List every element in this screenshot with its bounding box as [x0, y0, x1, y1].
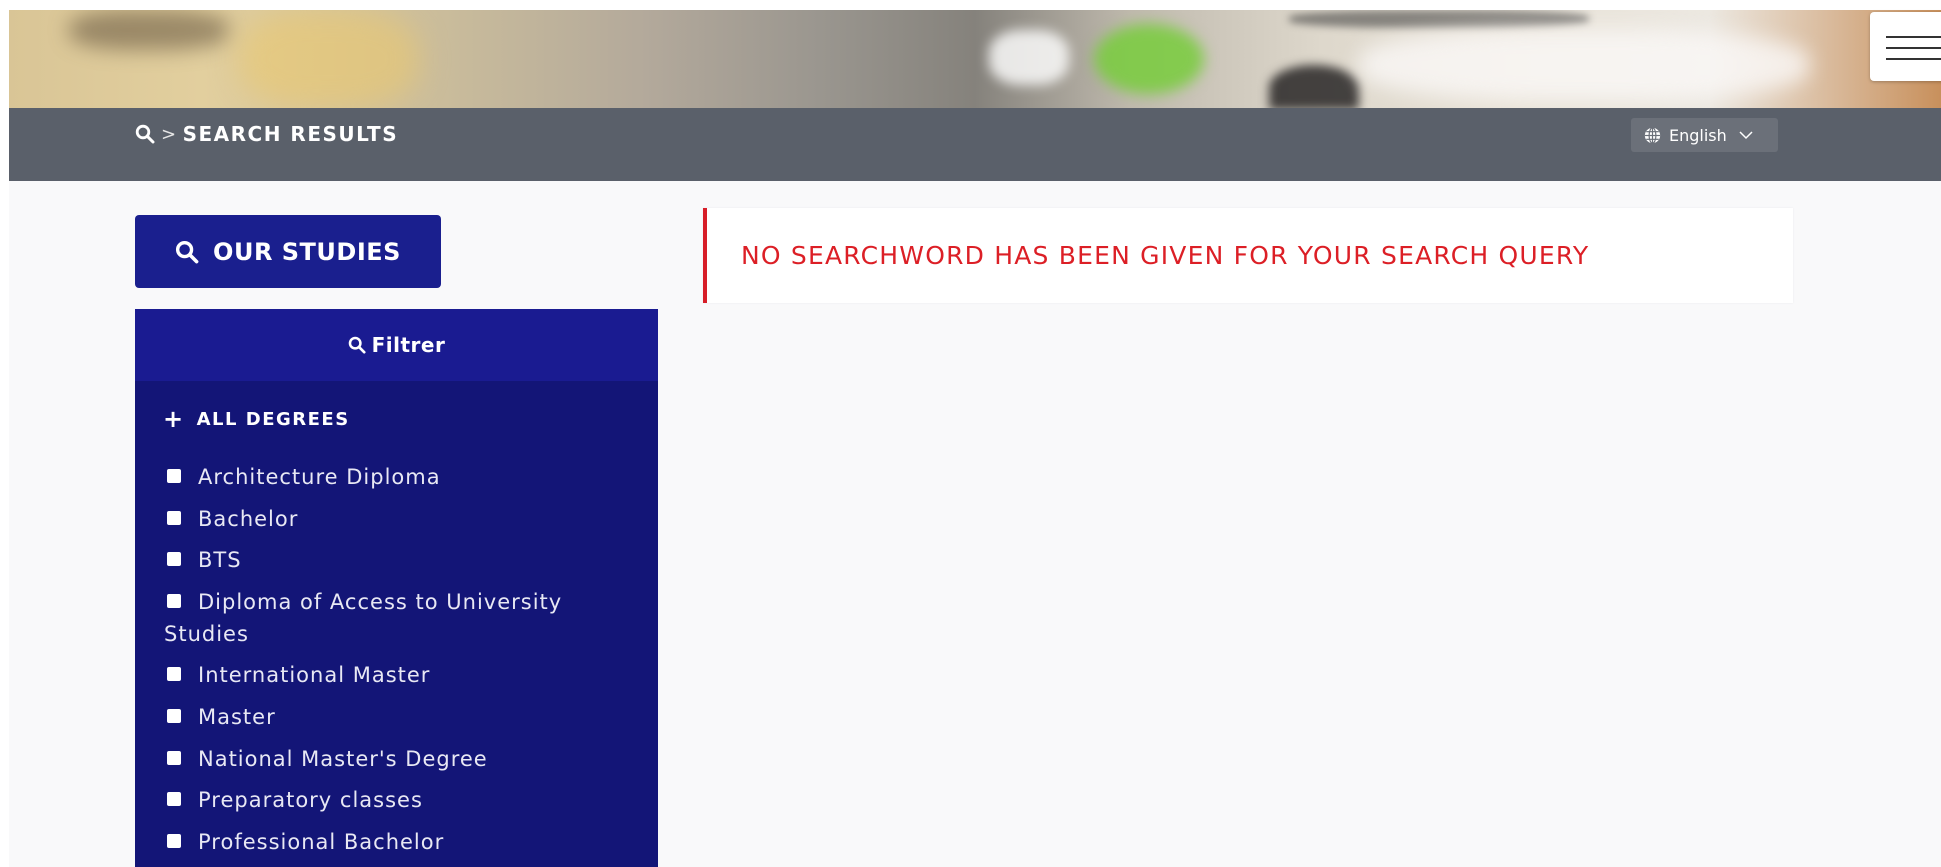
breadcrumb-current: SEARCH RESULTS — [182, 122, 399, 146]
degree-label: Diploma of Access to University Studies — [164, 589, 563, 646]
degree-item-preparatory-classes[interactable]: Preparatory classes — [164, 784, 624, 816]
checkbox[interactable] — [167, 469, 181, 483]
language-label: English — [1669, 125, 1727, 145]
degree-item-professional-bachelor[interactable]: Professional Bachelor — [164, 826, 624, 858]
our-studies-label: OUR STUDIES — [213, 237, 401, 266]
degree-label: Professional Bachelor — [198, 829, 445, 854]
degree-item-international-master[interactable]: International Master — [164, 659, 624, 691]
degree-label: Master — [198, 704, 276, 729]
checkbox[interactable] — [167, 833, 181, 848]
checkbox[interactable] — [167, 667, 181, 682]
header-banner-image — [9, 10, 1941, 108]
filter-panel: Filtrer + ALL DEGREES Architecture Diplo… — [135, 309, 658, 867]
search-icon — [175, 240, 199, 264]
degree-item-bachelor[interactable]: Bachelor — [164, 503, 624, 535]
checkbox[interactable] — [167, 750, 181, 765]
search-message-box: NO SEARCHWORD HAS BEEN GIVEN FOR YOUR SE… — [703, 208, 1793, 303]
plus-icon: + — [163, 405, 185, 433]
globe-icon — [1644, 126, 1661, 144]
our-studies-button[interactable]: OUR STUDIES — [135, 215, 441, 288]
chevron-down-icon — [1739, 130, 1753, 140]
degree-item-bts[interactable]: BTS — [164, 544, 624, 576]
checkbox[interactable] — [167, 792, 181, 807]
degree-label: BTS — [198, 548, 242, 573]
degree-label: National Master's Degree — [198, 746, 488, 771]
degree-label: Preparatory classes — [198, 788, 423, 813]
filter-header[interactable]: Filtrer — [135, 309, 658, 381]
language-selector[interactable]: English — [1631, 118, 1778, 152]
checkbox[interactable] — [167, 708, 181, 723]
degree-item-national-masters-degree[interactable]: National Master's Degree — [164, 743, 624, 775]
degree-item-diploma-of-access[interactable]: Diploma of Access to University Studies — [164, 586, 624, 650]
breadcrumb-bar: > SEARCH RESULTS English — [9, 108, 1941, 181]
all-degrees-toggle[interactable]: + ALL DEGREES — [163, 407, 350, 431]
search-icon[interactable] — [135, 124, 155, 144]
degree-label: Bachelor — [198, 506, 299, 531]
search-icon — [348, 336, 366, 354]
filter-title: Filtrer — [371, 333, 446, 357]
degree-item-master[interactable]: Master — [164, 701, 624, 733]
hamburger-icon — [1886, 36, 1941, 38]
no-searchword-message: NO SEARCHWORD HAS BEEN GIVEN FOR YOUR SE… — [741, 241, 1590, 270]
degree-label: Architecture Diploma — [198, 465, 441, 489]
breadcrumb-separator: > — [161, 123, 178, 145]
breadcrumb: > SEARCH RESULTS — [135, 122, 398, 146]
degree-item-architecture-diploma[interactable]: Architecture Diploma — [164, 461, 624, 493]
hamburger-menu-button[interactable] — [1870, 12, 1941, 81]
degree-list: Architecture Diploma Bachelor BTS Diplom… — [164, 461, 624, 867]
checkbox[interactable] — [167, 552, 181, 567]
checkbox[interactable] — [167, 593, 181, 608]
all-degrees-label: ALL DEGREES — [196, 408, 350, 430]
checkbox[interactable] — [167, 510, 181, 525]
degree-label: International Master — [198, 663, 431, 688]
